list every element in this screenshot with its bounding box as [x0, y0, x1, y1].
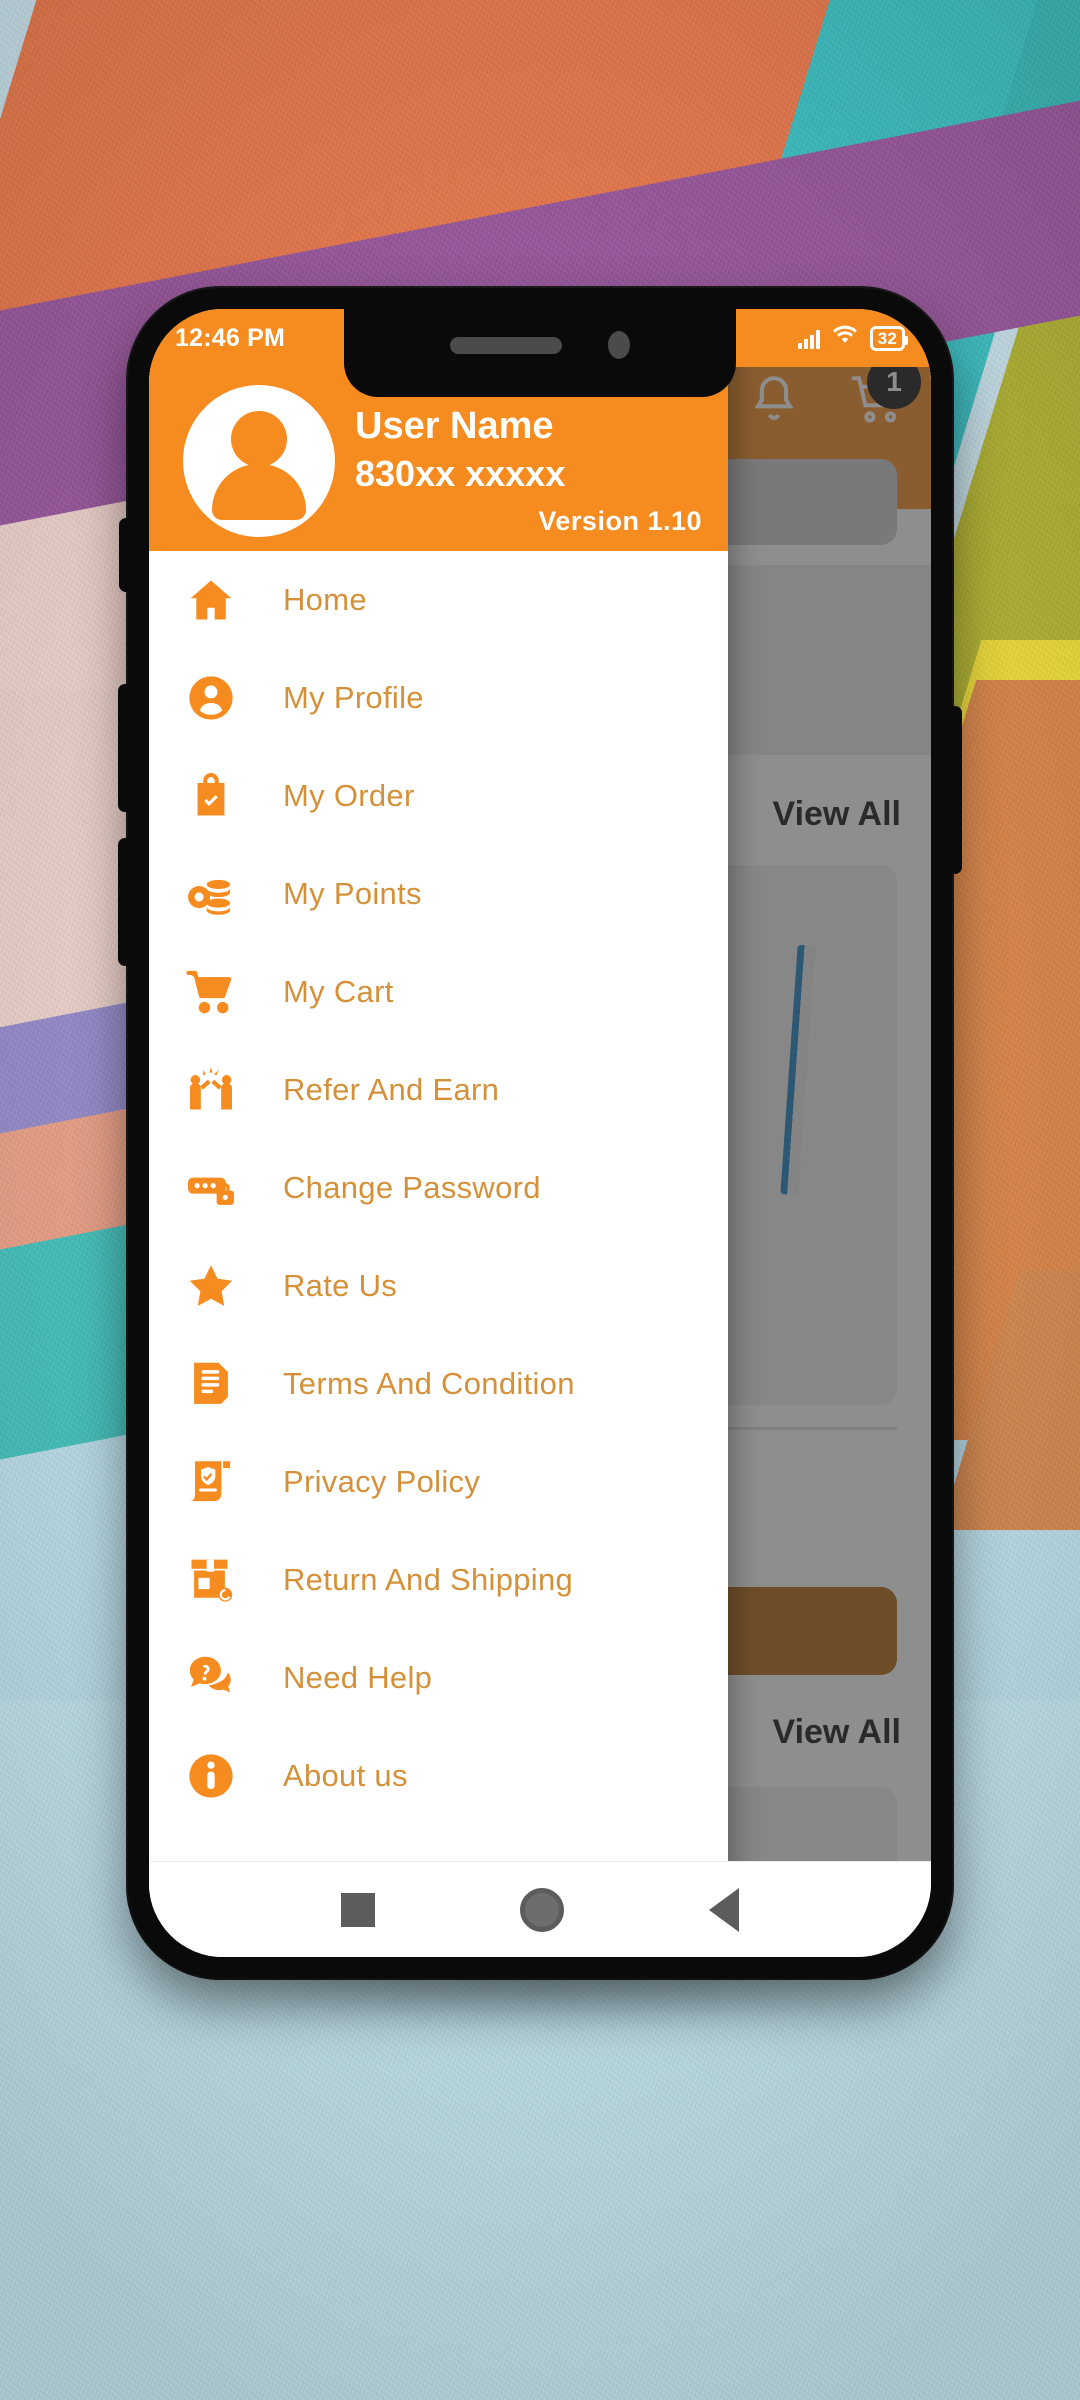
wifi-icon [831, 324, 859, 353]
menu-item-label: Return And Shipping [283, 1562, 574, 1597]
power-button[interactable] [949, 706, 962, 874]
menu-item-about-us[interactable]: About us [149, 1727, 728, 1825]
menu-item-my-points[interactable]: My Points [149, 845, 728, 943]
menu-item-label: Terms And Condition [283, 1366, 575, 1401]
earpiece-speaker [450, 336, 562, 354]
menu-item-my-cart[interactable]: My Cart [149, 943, 728, 1041]
menu-item-home[interactable]: Home [149, 551, 728, 649]
home-icon [185, 574, 261, 626]
volume-up-button[interactable] [118, 684, 131, 812]
shopping-bag-check-icon [185, 770, 261, 822]
user-phone-label: 830xx xxxxx [355, 452, 566, 494]
menu-item-my-order[interactable]: My Order [149, 747, 728, 845]
device-notch [344, 309, 736, 397]
menu-item-label: Home [283, 582, 367, 617]
help-chat-icon [185, 1652, 261, 1704]
menu-item-change-password[interactable]: Change Password [149, 1139, 728, 1237]
menu-item-my-profile[interactable]: My Profile [149, 649, 728, 747]
document-icon [185, 1358, 261, 1410]
menu-item-label: My Points [283, 876, 422, 911]
menu-item-label: Privacy Policy [283, 1464, 481, 1499]
menu-item-refer-and-earn[interactable]: Refer And Earn [149, 1041, 728, 1139]
return-box-icon [185, 1554, 261, 1606]
user-circle-icon [185, 672, 261, 724]
battery-icon: 32 [869, 325, 909, 351]
high-five-people-icon [185, 1064, 261, 1116]
menu-item-terms-and-condition[interactable]: Terms And Condition [149, 1335, 728, 1433]
menu-item-need-help[interactable]: Need Help [149, 1629, 728, 1727]
user-info-block: User Name 830xx xxxxx [355, 403, 565, 496]
menu-item-rate-us[interactable]: Rate Us [149, 1237, 728, 1335]
phone-device-frame: 1 FABER- View All TERFLOW View All [118, 288, 962, 1978]
menu-item-label: My Cart [283, 974, 394, 1009]
status-indicators: 32 [797, 324, 909, 353]
front-camera [608, 331, 630, 359]
volume-down-button[interactable] [118, 838, 131, 966]
signal-bars-icon [797, 328, 820, 349]
menu-item-return-and-shipping[interactable]: Return And Shipping [149, 1531, 728, 1629]
home-circle-icon[interactable] [519, 1887, 564, 1932]
menu-item-label: My Profile [283, 680, 424, 715]
phone-screen: 1 FABER- View All TERFLOW View All [149, 309, 931, 1957]
navigation-drawer: User Name 830xx xxxxx Version 1.10 Home [149, 309, 728, 1957]
user-avatar-icon[interactable] [183, 385, 335, 537]
star-icon [185, 1260, 261, 1312]
app-version-label: Version 1.10 [538, 506, 702, 536]
shopping-cart-icon [185, 966, 261, 1018]
info-icon [185, 1750, 261, 1802]
menu-item-label: Change Password [283, 1170, 541, 1205]
menu-item-privacy-policy[interactable]: Privacy Policy [149, 1433, 728, 1531]
menu-item-label: About us [283, 1758, 408, 1793]
menu-item-label: Rate Us [283, 1268, 398, 1303]
coins-icon [185, 868, 261, 920]
silent-switch-button[interactable] [119, 518, 131, 592]
status-time: 12:46 PM [175, 323, 285, 352]
user-name-label: User Name [355, 405, 554, 447]
menu-item-label: Refer And Earn [283, 1072, 500, 1107]
drawer-menu-list: Home My Profile My Order My Points My Ca… [149, 551, 728, 1825]
menu-item-label: My Order [283, 778, 415, 813]
back-triangle-icon[interactable] [708, 1887, 739, 1932]
android-navigation-bar [149, 1861, 931, 1957]
recent-apps-icon[interactable] [341, 1892, 376, 1927]
password-lock-icon [185, 1162, 261, 1214]
policy-scroll-shield-icon [185, 1456, 261, 1508]
menu-item-label: Need Help [283, 1660, 433, 1695]
